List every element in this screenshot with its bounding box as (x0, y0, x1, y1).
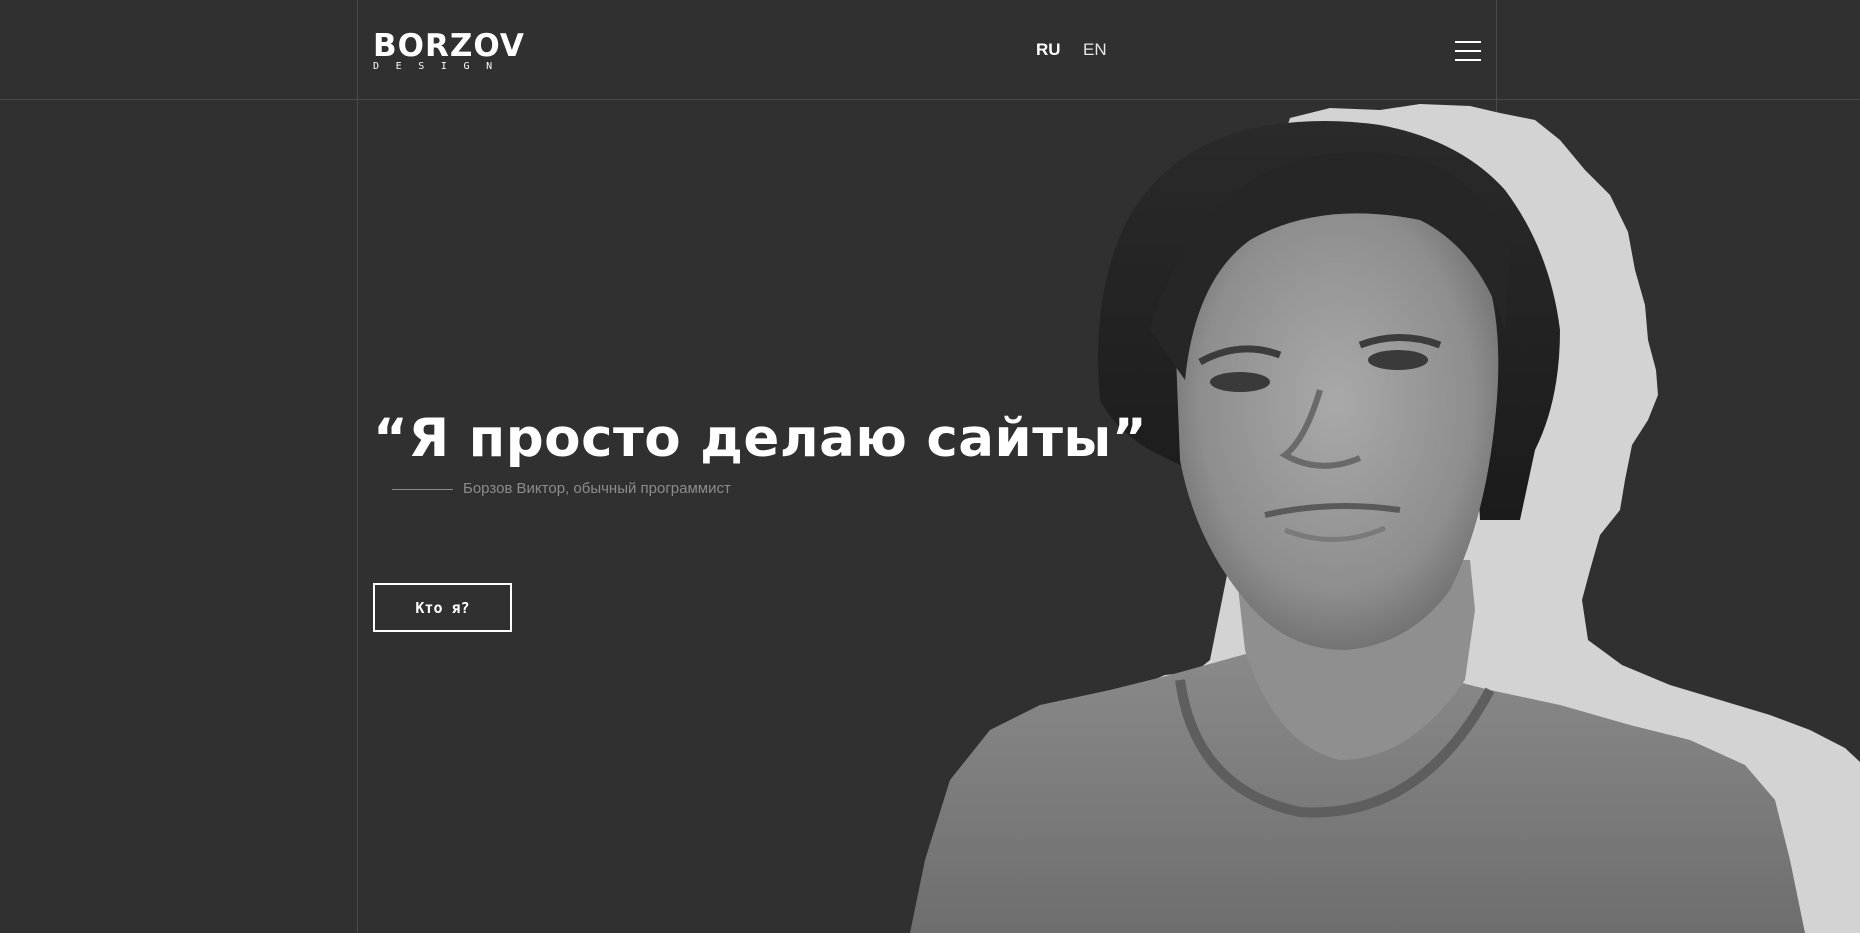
grid-line-left (357, 0, 358, 933)
grid-line-right (1496, 0, 1497, 933)
logo[interactable]: BORZOV DESIGN (373, 30, 525, 73)
hair (1098, 121, 1560, 520)
right-eye (1368, 350, 1428, 370)
logo-wordmark: BORZOV (373, 28, 525, 64)
signature-dash (392, 489, 453, 490)
lower-lip (1284, 525, 1387, 543)
face (1175, 197, 1499, 650)
neck (1235, 560, 1475, 760)
logo-subtitle: DESIGN (373, 61, 509, 72)
hero-quote: “Я просто делаю сайты” (373, 408, 1148, 469)
header-divider (0, 99, 1860, 100)
torn-paper-shape (1098, 104, 1860, 933)
left-eye (1210, 372, 1270, 392)
shirt (910, 650, 1805, 933)
mouth (1264, 503, 1401, 518)
hair-fringe (1150, 152, 1510, 380)
signature-text: Борзов Виктор, обычный программист (463, 480, 731, 497)
shirt-collar (1175, 679, 1495, 818)
hamburger-menu-icon[interactable] (1455, 41, 1481, 61)
nose (1279, 389, 1362, 469)
language-en-link[interactable]: EN (1083, 40, 1107, 60)
left-brow (1198, 345, 1282, 366)
right-brow (1358, 334, 1442, 349)
who-am-i-button[interactable]: Кто я? (373, 583, 512, 632)
language-ru-link[interactable]: RU (1036, 40, 1061, 60)
